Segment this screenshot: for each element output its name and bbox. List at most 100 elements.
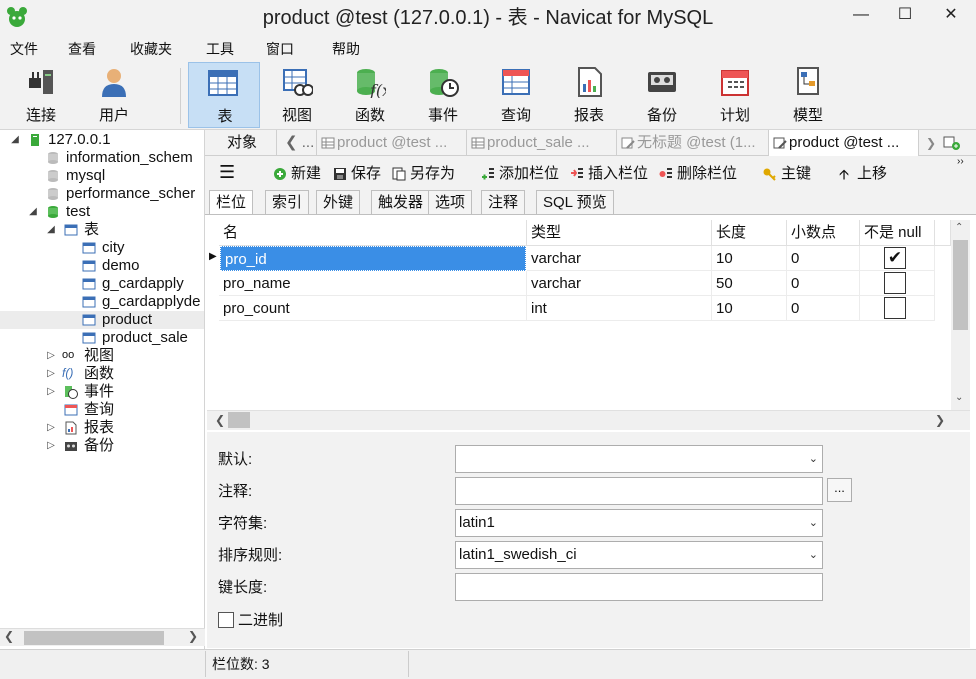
expand-arrow-icon[interactable]: ▷ [46,437,56,455]
ribbon-backup-button[interactable]: 备份 [628,62,696,128]
tab-product-design-active[interactable]: product @test ... [769,130,919,156]
tree-db-mysql[interactable]: mysql [0,167,204,185]
key-length-input[interactable] [455,573,823,601]
collapse-arrow-icon[interactable]: ◢ [28,203,38,221]
tree-horizontal-scrollbar[interactable]: ❮ ❯ [0,628,205,646]
tree-table-product-sale[interactable]: product_sale [0,329,204,347]
not-null-checkbox[interactable] [884,297,906,319]
scroll-down-icon[interactable]: ⌄ [955,392,963,403]
collapse-arrow-icon[interactable]: ◢ [46,221,56,239]
tree-table-city[interactable]: city [0,239,204,257]
tree-group-tables[interactable]: ◢ 表 [0,221,204,239]
col-header-not-null[interactable]: 不是 null [860,220,935,246]
save-as-button[interactable]: 另存为 [390,162,455,186]
subtab-triggers[interactable]: 触发器 [371,190,431,214]
subtab-options[interactable]: 选项 [428,190,473,214]
tree-table-demo[interactable]: demo [0,257,204,275]
tree-group-reports[interactable]: ▷ 报表 [0,419,204,437]
ribbon-view-button[interactable]: 视图 [263,62,331,128]
move-up-button[interactable]: 🡩 上移 [837,162,887,186]
dropdown-arrow-icon[interactable]: ⌄ [809,542,818,568]
tab-scroll-left[interactable]: ❮ ... [277,130,317,156]
default-combobox[interactable]: ⌄ [455,445,823,473]
expand-arrow-icon[interactable]: ▷ [46,347,56,365]
ribbon-connect-button[interactable]: 连接 [7,62,75,128]
not-null-checkbox[interactable]: ✔ [884,247,906,269]
scroll-left-icon[interactable]: ❮ [4,629,14,643]
not-null-checkbox[interactable] [884,272,906,294]
tree-db-information-schema[interactable]: information_schem [0,149,204,167]
cell-field-decimals[interactable]: 0 [787,271,860,296]
save-button[interactable]: 保存 [331,162,381,186]
tree-connection[interactable]: ◢ 127.0.0.1 [0,131,204,149]
scroll-left-icon[interactable]: ❮ [215,413,225,427]
ribbon-table-button[interactable]: 表 [188,62,260,128]
collation-select[interactable]: latin1_swedish_ci ⌄ [455,541,823,569]
menu-file[interactable]: 文件 [10,36,38,62]
tree-db-performance-schema[interactable]: performance_scher [0,185,204,203]
binary-checkbox[interactable] [218,612,234,628]
ribbon-event-button[interactable]: 事件 [409,62,477,128]
menu-window[interactable]: 窗口 [266,36,294,62]
minimize-button[interactable]: — [838,0,884,30]
cell-field-length[interactable]: 10 [712,296,787,321]
charset-select[interactable]: latin1 ⌄ [455,509,823,537]
cell-field-name[interactable]: pro_count [219,296,527,321]
subtab-sql-preview[interactable]: SQL 预览 [536,190,614,214]
cell-field-type[interactable]: varchar [527,271,712,296]
tab-untitled[interactable]: 无标题 @test (1... [617,130,769,156]
dropdown-arrow-icon[interactable]: ⌄ [809,446,818,472]
scroll-thumb[interactable] [953,240,968,330]
tree-group-views[interactable]: ▷ oo 视图 [0,347,204,365]
subtab-comment[interactable]: 注释 [481,190,526,214]
tree-table-g-cardapplyde[interactable]: g_cardapplyde [0,293,204,311]
scroll-thumb[interactable] [24,631,164,645]
ribbon-query-button[interactable]: 查询 [482,62,550,128]
cell-field-name[interactable]: pro_name [219,271,527,296]
cell-field-name[interactable]: pro_id [220,246,526,271]
scroll-right-icon[interactable]: ❯ [188,629,198,643]
menu-view[interactable]: 查看 [68,36,96,62]
tab-product-test[interactable]: product @test ... [317,130,467,156]
tree-group-events[interactable]: ▷ 事件 [0,383,204,401]
tab-objects[interactable]: 对象 [205,130,277,156]
expand-arrow-icon[interactable]: ▷ [46,383,56,401]
cell-field-length[interactable]: 50 [712,271,787,296]
add-field-button[interactable]: 添加栏位 [479,162,559,186]
menu-tools[interactable]: 工具 [206,36,234,62]
insert-field-button[interactable]: 插入栏位 [568,162,648,186]
ribbon-model-button[interactable]: 模型 [774,62,842,128]
tab-scroll-right[interactable]: ❯ [921,130,941,156]
col-header-length[interactable]: 长度 [712,220,787,246]
comment-edit-button[interactable]: ... [827,478,852,502]
cell-field-type[interactable]: int [527,296,712,321]
maximize-button[interactable]: ☐ [882,0,928,30]
tree-table-product[interactable]: product [0,311,204,329]
expand-arrow-icon[interactable]: ▷ [46,365,56,383]
menu-favorites[interactable]: 收藏夹 [130,36,172,62]
cell-field-decimals[interactable]: 0 [787,246,860,271]
dropdown-arrow-icon[interactable]: ⌄ [809,510,818,536]
subtab-fields[interactable]: 栏位 [209,190,254,214]
cell-field-decimals[interactable]: 0 [787,296,860,321]
primary-key-button[interactable]: 主键 [761,162,811,186]
col-header-type[interactable]: 类型 [527,220,712,246]
menu-help[interactable]: 帮助 [332,36,360,62]
ribbon-schedule-button[interactable]: 计划 [701,62,769,128]
tree-group-backups[interactable]: ▷ 备份 [0,437,204,455]
scroll-up-icon[interactable]: ⌃ [955,222,963,233]
expand-arrow-icon[interactable]: ▷ [46,419,56,437]
subtab-indexes[interactable]: 索引 [265,190,310,214]
tree-db-test[interactable]: ◢ test [0,203,204,221]
tree-table-g-cardapply[interactable]: g_cardapply [0,275,204,293]
close-button[interactable]: ✕ [926,0,976,30]
grid-horizontal-scrollbar[interactable]: ❮ ❯ [207,410,970,430]
ribbon-function-button[interactable]: f(x) 函数 [336,62,404,128]
tab-product-sale[interactable]: product_sale ... [467,130,617,156]
col-header-decimals[interactable]: 小数点 [787,220,860,246]
hamburger-menu-icon[interactable]: ☰ [219,162,235,182]
new-tab-button[interactable] [943,135,963,151]
tree-group-functions[interactable]: ▷ f() 函数 [0,365,204,383]
scroll-right-icon[interactable]: ❯ [935,413,945,427]
tree-group-queries[interactable]: 查询 [0,401,204,419]
